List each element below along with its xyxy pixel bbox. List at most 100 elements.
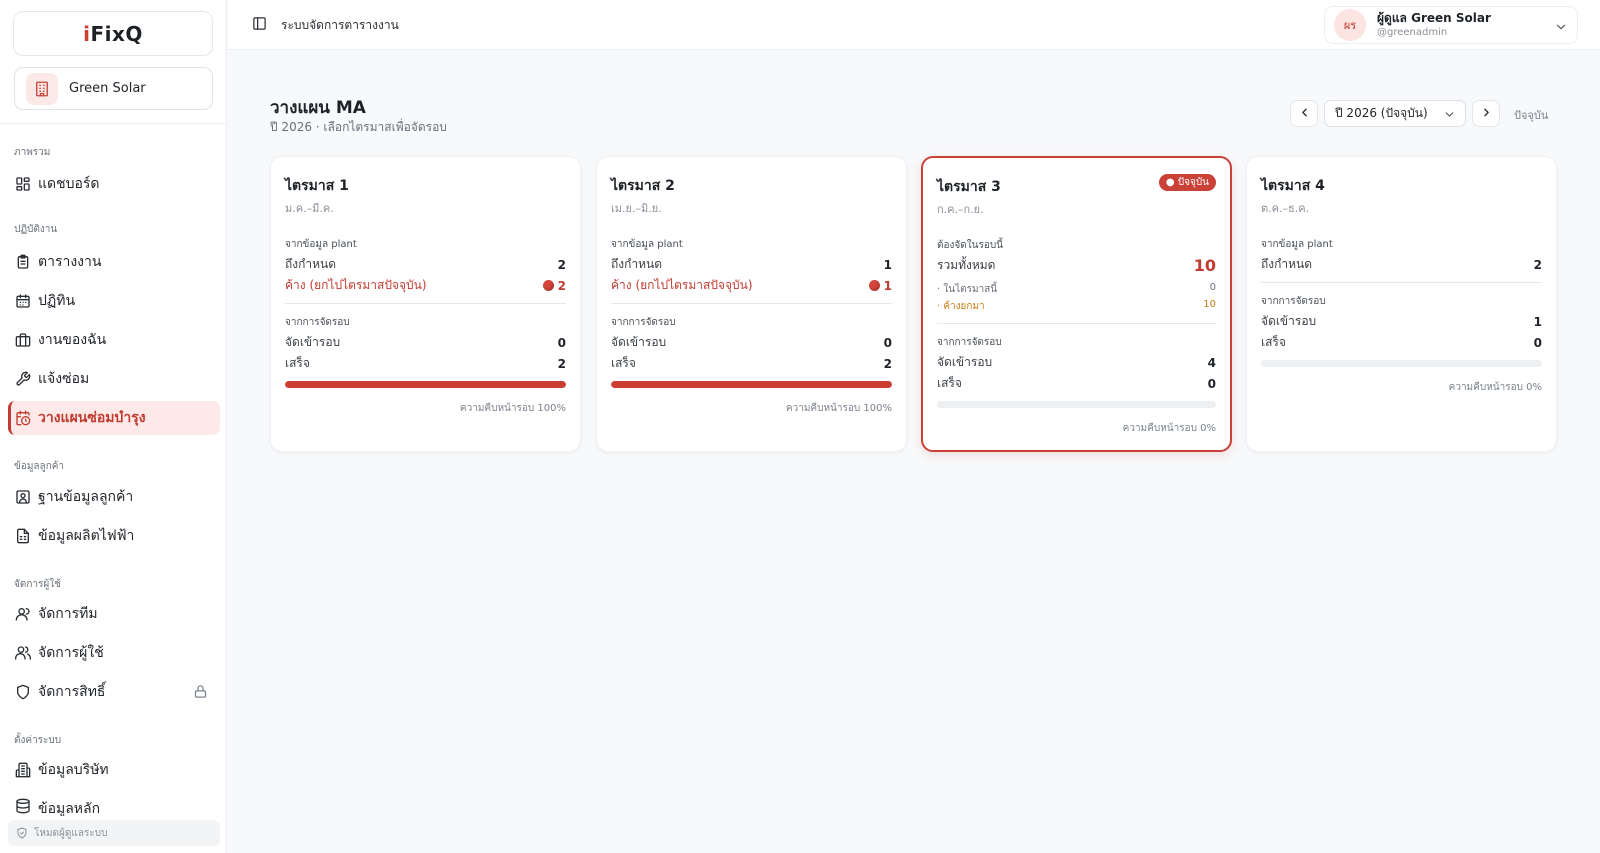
progress-bar <box>1261 360 1542 367</box>
done-row: เสร็จ 0 <box>1261 333 1542 352</box>
building-icon <box>15 762 31 778</box>
sidebar-item-my-jobs[interactable]: งานของฉัน <box>8 323 220 357</box>
quarter-card-1[interactable]: ไตรมาส 1 ม.ค.–มี.ค. จากข้อมูล plant ถึงก… <box>270 156 581 452</box>
progress-fill <box>611 381 892 388</box>
quarter-months: ม.ค.–มี.ค. <box>285 202 334 215</box>
assigned-value: 0 <box>557 335 566 350</box>
overdue-value: 1 <box>883 278 892 293</box>
sidebar-item-label: แจ้งซ่อม <box>38 371 90 387</box>
due-row: ถึงกำหนด 1 <box>611 255 892 274</box>
organization-switcher[interactable]: Green Solar <box>14 67 213 110</box>
dashboard-icon <box>15 176 31 192</box>
card-divider <box>937 323 1216 324</box>
admin-mode-indicator: โหมดผู้ดูแลระบบ <box>8 820 220 846</box>
top-bar: ระบบจัดการตารางงาน ผร ผู้ดูแล Green Sola… <box>228 0 1600 50</box>
assigned-row: จัดเข้ารอบ 4 <box>937 353 1216 372</box>
done-value: 2 <box>883 356 892 371</box>
current-badge: ● ปัจจุบัน <box>1158 174 1216 191</box>
sidebar-item-repair-request[interactable]: แจ้งซ่อม <box>8 362 220 396</box>
sidebar-item-calendar[interactable]: ปฏิทิน <box>8 284 220 318</box>
page-title: วางแผน MA <box>270 98 366 118</box>
card-divider <box>611 303 892 304</box>
due-label: ถึงกำหนด <box>285 257 337 271</box>
overdue-row: ค้าง (ยกไปไตรมาสปัจจุบัน) 1 <box>611 276 892 295</box>
sidebar-item-maintenance-plan[interactable]: วางแผนซ่อมบำรุง <box>8 401 220 435</box>
due-row: ถึงกำหนด 2 <box>1261 255 1542 274</box>
sidebar-item-permissions[interactable]: จัดการสิทธิ์ <box>8 675 220 709</box>
need-schedule-label: ต้องจัดในรอบนี้ <box>937 240 1004 251</box>
carried-over-row: · ค้างยกมา 10 <box>937 299 1216 314</box>
done-row: เสร็จ 0 <box>937 374 1216 393</box>
section-label-settings: ตั้งค่าระบบ <box>14 735 62 746</box>
user-menu[interactable]: ผร ผู้ดูแล Green Solar @greenadmin <box>1324 6 1578 44</box>
sidebar-item-power-generation[interactable]: ข้อมูลผลิตไฟฟ้า <box>8 519 220 553</box>
sidebar-item-label: จัดการทีม <box>38 606 98 622</box>
card-divider <box>285 303 566 304</box>
done-label: เสร็จ <box>1261 335 1286 349</box>
chevron-right-icon <box>1480 104 1493 123</box>
sidebar-item-label: งานของฉัน <box>38 332 107 348</box>
assigned-value: 4 <box>1207 355 1216 370</box>
done-label: เสร็จ <box>611 356 636 370</box>
assigned-label: จัดเข้ารอบ <box>285 335 341 349</box>
assigned-value: 0 <box>883 335 892 350</box>
user-name: ผู้ดูแล Green Solar <box>1377 11 1491 25</box>
quarter-title: ไตรมาส 1 <box>285 178 349 194</box>
quarter-card-3[interactable]: ไตรมาส 3 ● ปัจจุบัน ก.ค.–ก.ย. ต้องจัดในร… <box>921 156 1232 452</box>
chevron-left-icon <box>1298 104 1311 123</box>
user-icon <box>15 606 31 622</box>
panel-left-icon <box>252 16 267 35</box>
briefcase-icon <box>15 332 31 348</box>
overdue-label: ค้าง (ยกไปไตรมาสปัจจุบัน) <box>285 278 427 292</box>
section-label-overview: ภาพรวม <box>14 147 51 158</box>
sidebar-item-label: ปฏิทิน <box>38 293 76 309</box>
previous-year-button[interactable] <box>1290 100 1318 127</box>
sidebar-item-teams[interactable]: จัดการทีม <box>8 597 220 631</box>
quarter-card-2[interactable]: ไตรมาส 2 เม.ย.–มิ.ย. จากข้อมูล plant ถึง… <box>596 156 907 452</box>
due-row: ถึงกำหนด 2 <box>285 255 566 274</box>
today-button[interactable]: ปัจจุบัน <box>1514 106 1548 124</box>
in-quarter-label: · ในไตรมาสนี้ <box>937 284 998 295</box>
overdue-label: ค้าง (ยกไปไตรมาสปัจจุบัน) <box>611 278 753 292</box>
sidebar-item-dashboard[interactable]: แดชบอร์ด <box>8 167 220 201</box>
contact-icon <box>15 489 31 505</box>
sidebar-item-users[interactable]: จัดการผู้ใช้ <box>8 636 220 670</box>
schedule-label: จากการจัดรอบ <box>611 317 676 328</box>
due-value: 1 <box>883 257 892 272</box>
sidebar-item-master-data[interactable]: ข้อมูลหลัก <box>8 792 220 816</box>
progress-bar <box>937 401 1216 408</box>
chevron-down-icon <box>1554 19 1568 38</box>
year-select-value: ปี 2026 (ปัจจุบัน) <box>1335 106 1428 120</box>
sidebar-item-customer-database[interactable]: ฐานข้อมูลลูกค้า <box>8 480 220 514</box>
section-label-operations: ปฏิบัติงาน <box>14 224 58 235</box>
progress-text: ความคืบหน้ารอบ 0% <box>1448 382 1542 393</box>
next-year-button[interactable] <box>1472 100 1500 127</box>
shield-icon <box>15 684 31 700</box>
section-label-user-management: จัดการผู้ใช้ <box>14 579 61 590</box>
schedule-label: จากการจัดรอบ <box>937 337 1002 348</box>
logo-wordmark: FixQ <box>90 21 143 46</box>
done-value: 0 <box>1207 376 1216 391</box>
quarter-title: ไตรมาส 2 <box>611 178 675 194</box>
assigned-label: จัดเข้ารอบ <box>937 355 993 369</box>
due-value: 2 <box>557 257 566 272</box>
due-label: ถึงกำหนด <box>611 257 663 271</box>
done-value: 2 <box>557 356 566 371</box>
sidebar-item-label: ข้อมูลหลัก <box>38 801 101 816</box>
sidebar-toggle-button[interactable] <box>250 16 268 34</box>
quarter-card-4[interactable]: ไตรมาส 4 ต.ค.–ธ.ค. จากข้อมูล plant ถึงกำ… <box>1246 156 1557 452</box>
app-logo[interactable]: i FixQ <box>13 11 213 56</box>
logo-letter-i: i <box>83 21 91 46</box>
due-value: 2 <box>1533 257 1542 272</box>
plant-data-label: จากข้อมูล plant <box>611 239 683 250</box>
sidebar-item-company[interactable]: ข้อมูลบริษัท <box>8 753 220 787</box>
building-icon <box>26 72 58 105</box>
quarter-title: ไตรมาส 4 <box>1261 178 1325 194</box>
page-subtitle: ปี 2026 · เลือกไตรมาสเพื่อจัดรอบ <box>270 120 447 134</box>
quarter-months: ก.ค.–ก.ย. <box>937 203 984 216</box>
progress-text: ความคืบหน้ารอบ 0% <box>1122 423 1216 434</box>
sidebar-item-schedule[interactable]: ตารางงาน <box>8 245 220 279</box>
year-select[interactable]: ปี 2026 (ปัจจุบัน) <box>1324 100 1466 127</box>
in-quarter-row: · ในไตรมาสนี้ 0 <box>937 282 1216 297</box>
shield-check-icon <box>16 827 28 839</box>
